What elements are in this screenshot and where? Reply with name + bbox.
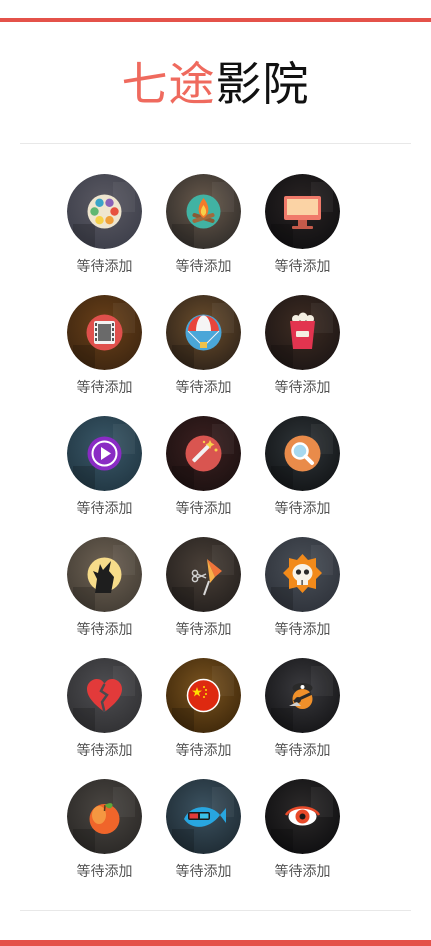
logo-main-text: 影院	[215, 57, 310, 111]
app-tile-label: 等待添加	[76, 501, 133, 517]
china-flag-icon[interactable]	[166, 658, 241, 733]
app-tile[interactable]: 等待添加	[265, 416, 340, 537]
parachute-icon[interactable]	[166, 295, 241, 370]
app-tile[interactable]: 等待添加	[67, 658, 142, 779]
app-tile[interactable]: 等待添加	[67, 295, 142, 416]
app-tile-label: 等待添加	[175, 864, 232, 880]
broken-heart-icon[interactable]	[67, 658, 142, 733]
app-tile-label: 等待添加	[175, 622, 232, 638]
campfire-icon[interactable]	[166, 174, 241, 249]
app-tile-label: 等待添加	[274, 259, 331, 275]
app-tile-label: 等待添加	[76, 743, 133, 759]
app-tile[interactable]: 等待添加	[67, 779, 142, 900]
app-tile[interactable]: 等待添加	[67, 416, 142, 537]
app-tile[interactable]: 等待添加	[166, 537, 241, 658]
app-tile[interactable]: 等待添加	[67, 537, 142, 658]
app-tile[interactable]: 等待添加	[265, 658, 340, 779]
monitor-icon[interactable]	[265, 174, 340, 249]
popcorn-icon[interactable]	[265, 295, 340, 370]
color-wheel-icon[interactable]	[67, 174, 142, 249]
app-tile-label: 等待添加	[175, 380, 232, 396]
app-tile[interactable]: 等待添加	[166, 416, 241, 537]
wolf-howl-icon[interactable]	[67, 537, 142, 612]
app-tile-label: 等待添加	[76, 864, 133, 880]
footer-divider	[20, 910, 411, 911]
app-grid: 等待添加 等待添加 等待添加 等待添加 等待添加 等待添加 等待添加 等待添加 …	[67, 174, 367, 900]
app-tile[interactable]: 等待添加	[265, 295, 340, 416]
eye-icon[interactable]	[265, 779, 340, 854]
logo-accent-text: 七途	[121, 57, 216, 111]
header-divider	[20, 143, 411, 144]
app-tile[interactable]: 等待添加	[166, 174, 241, 295]
app-tile-label: 等待添加	[76, 622, 133, 638]
app-tile-label: 等待添加	[274, 380, 331, 396]
app-tile[interactable]: 等待添加	[265, 779, 340, 900]
app-tile-label: 等待添加	[175, 501, 232, 517]
magic-wand-icon[interactable]	[166, 416, 241, 491]
peach-icon[interactable]	[67, 779, 142, 854]
app-tile-label: 等待添加	[274, 622, 331, 638]
app-tile-label: 等待添加	[274, 864, 331, 880]
fish-3d-glasses-icon[interactable]	[166, 779, 241, 854]
site-logo[interactable]: 七途影院	[0, 54, 431, 114]
app-tile-label: 等待添加	[175, 743, 232, 759]
top-accent-bar	[0, 18, 431, 22]
app-tile[interactable]: 等待添加	[166, 295, 241, 416]
skull-badge-icon[interactable]	[265, 537, 340, 612]
bottom-accent-bar	[0, 940, 431, 946]
film-strip-icon[interactable]	[67, 295, 142, 370]
app-tile-label: 等待添加	[175, 259, 232, 275]
app-tile-label: 等待添加	[76, 259, 133, 275]
app-tile[interactable]: 等待添加	[67, 174, 142, 295]
scissors-cut-icon[interactable]	[166, 537, 241, 612]
app-tile[interactable]: 等待添加	[166, 658, 241, 779]
app-tile[interactable]: 等待添加	[166, 779, 241, 900]
app-tile[interactable]: 等待添加	[265, 174, 340, 295]
pirate-icon[interactable]	[265, 658, 340, 733]
play-button-icon[interactable]	[67, 416, 142, 491]
app-tile-label: 等待添加	[76, 380, 133, 396]
magnifier-icon[interactable]	[265, 416, 340, 491]
app-tile-label: 等待添加	[274, 743, 331, 759]
app-tile-label: 等待添加	[274, 501, 331, 517]
app-tile[interactable]: 等待添加	[265, 537, 340, 658]
